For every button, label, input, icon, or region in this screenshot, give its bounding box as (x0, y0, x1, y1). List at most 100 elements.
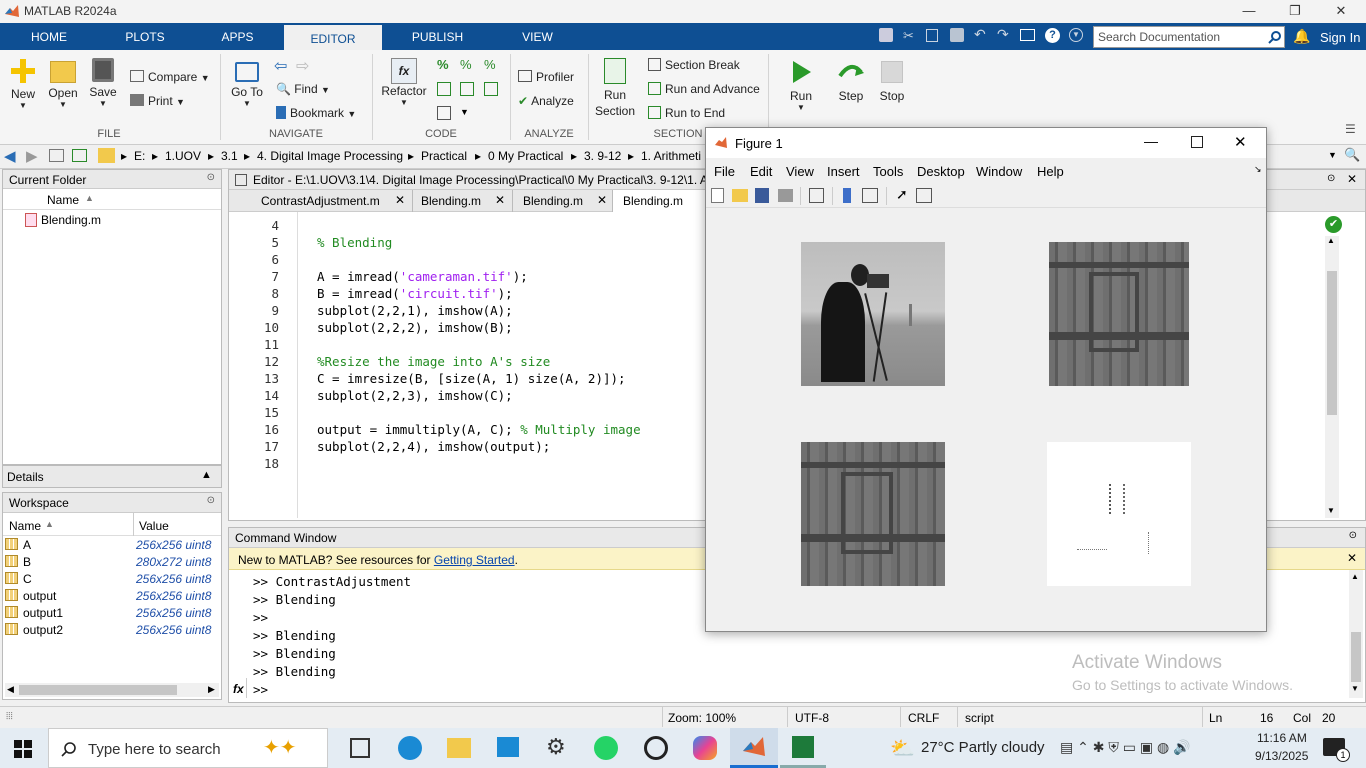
tab-close-icon[interactable]: ✕ (495, 193, 505, 207)
store-icon[interactable] (497, 737, 519, 757)
details-panel[interactable]: Details ▲ (2, 465, 222, 488)
weather-text[interactable]: 27°C Partly cloudy (921, 739, 1045, 756)
help-icon[interactable]: ? (1045, 28, 1060, 43)
legend-icon[interactable] (862, 188, 878, 203)
back-icon[interactable]: ◀ (4, 147, 16, 165)
file-explorer-icon[interactable] (447, 738, 471, 758)
sign-in-link[interactable]: Sign In (1320, 30, 1360, 45)
refactor-button[interactable]: fx Refactor ▼ (378, 58, 430, 107)
property-inspector-icon[interactable] (916, 188, 932, 203)
compare-button[interactable]: Compare ▼ (130, 70, 210, 84)
editor-tab[interactable]: ContrastAdjustment.m ✕ (249, 190, 413, 212)
breadcrumb-item[interactable]: 1.UOV (165, 149, 201, 163)
search-icon[interactable] (1268, 30, 1282, 44)
copilot-icon[interactable] (693, 736, 717, 760)
collapse-ribbon-icon[interactable]: ☰ (1345, 122, 1356, 136)
taskbar-matlab-active[interactable] (730, 728, 778, 768)
code-analyzer-ok-icon[interactable]: ✔ (1325, 216, 1342, 233)
save-button[interactable]: Save ▼ (84, 58, 122, 108)
analyze-button[interactable]: ✔ Analyze (518, 94, 574, 108)
profiler-button[interactable]: Profiler (518, 70, 574, 84)
paste-icon[interactable] (950, 28, 964, 42)
run-button[interactable]: Run ▼ (780, 58, 822, 112)
breadcrumb-item[interactable]: 4. Digital Image Processing (257, 149, 403, 163)
command-prompt[interactable]: >> (253, 682, 268, 697)
tray-icons[interactable]: ▤ ⌃ ✱ ⛨ ▭ ▣ ◍ 🔊 (1060, 739, 1191, 756)
name-column-header[interactable]: Name (47, 193, 79, 207)
run-section-button[interactable]: Run Section (592, 58, 638, 119)
menu-insert[interactable]: Insert (827, 164, 860, 179)
tab-view[interactable]: VIEW (510, 23, 565, 50)
breadcrumb-item[interactable]: Practical (421, 149, 467, 163)
workspace-row[interactable]: output2 256x256 uint8 (3, 621, 221, 638)
chevron-up-icon[interactable]: ▲ (201, 469, 212, 481)
workspace-row[interactable]: B 280x272 uint8 (3, 553, 221, 570)
chatgpt-icon[interactable] (644, 736, 668, 760)
workspace-row[interactable]: output 256x256 uint8 (3, 587, 221, 604)
panel-menu-icon[interactable]: ⊙ (1327, 173, 1335, 184)
clock-time[interactable]: 11:16 AM (1257, 731, 1307, 745)
menu-edit[interactable]: Edit (750, 164, 772, 179)
breadcrumb-item[interactable]: 1. Arithmeti (641, 149, 701, 163)
scrollbar-thumb[interactable] (1327, 271, 1337, 415)
tab-close-icon[interactable]: ✕ (395, 193, 405, 207)
close-button[interactable]: ✕ (1318, 0, 1364, 23)
forward-arrow-icon[interactable]: ⇨ (296, 56, 309, 76)
menu-file[interactable]: File (714, 164, 735, 179)
address-dropdown-icon[interactable]: ▼ (1328, 150, 1337, 160)
settings-gear-icon[interactable]: ⚙ (546, 734, 566, 760)
forward-icon[interactable]: ▶ (26, 147, 38, 165)
section-break-button[interactable]: Section Break (648, 58, 740, 72)
dock-arrow-icon[interactable]: ↘ (1254, 164, 1262, 175)
editor-tab[interactable]: Blending.m ✕ (513, 190, 613, 212)
bell-icon[interactable]: 🔔 (1293, 28, 1310, 45)
bookmark-button[interactable]: Bookmark ▼ (276, 106, 356, 120)
task-view-icon[interactable] (350, 738, 370, 758)
vertical-scrollbar[interactable]: ▲ ▼ (1349, 570, 1363, 698)
breadcrumb-item[interactable]: 3.1 (221, 149, 238, 163)
tab-editor[interactable]: EDITOR (284, 23, 382, 50)
code-options-icon[interactable] (437, 106, 451, 120)
comment-icon[interactable]: % (437, 57, 449, 72)
open-button[interactable]: Open ▼ (44, 58, 82, 109)
pointer-icon[interactable]: ➚ (896, 186, 908, 203)
editor-tab[interactable]: Blending.m ✕ (413, 190, 513, 212)
taskbar-excel-app[interactable] (780, 728, 826, 768)
scroll-up-icon[interactable]: ▲ (1327, 236, 1335, 245)
name-column-header[interactable]: Name (9, 519, 41, 533)
menu-desktop[interactable]: Desktop (917, 164, 965, 179)
up-folder-icon[interactable] (49, 149, 64, 162)
getting-started-link[interactable]: Getting Started (434, 553, 515, 567)
find-button[interactable]: 🔍 Find ▼ (276, 82, 330, 96)
smart-indent-icon[interactable] (437, 82, 451, 96)
copy-icon[interactable] (926, 29, 938, 42)
link-plot-icon[interactable] (809, 188, 824, 203)
fx-icon[interactable]: fx (233, 682, 244, 696)
scrollbar-thumb[interactable] (19, 685, 177, 695)
print-button[interactable]: Print ▼ (130, 94, 185, 108)
tab-plots[interactable]: PLOTS (115, 23, 175, 50)
decrease-indent-icon[interactable] (460, 82, 474, 96)
restore-button[interactable]: ❐ (1272, 0, 1318, 23)
breadcrumb-item[interactable]: 0 My Practical (488, 149, 563, 163)
scroll-down-icon[interactable]: ▼ (1351, 684, 1359, 693)
scroll-left-icon[interactable]: ◀ (7, 684, 14, 695)
vertical-scrollbar[interactable]: ▲ ▼ (1325, 236, 1339, 518)
redo-icon[interactable]: ↷ (997, 26, 1009, 43)
step-button[interactable]: Step (830, 58, 872, 103)
minimize-button[interactable]: — (1144, 133, 1158, 149)
close-editor-icon[interactable]: ✕ (1347, 172, 1357, 186)
search-input[interactable]: Search Documentation (1093, 26, 1285, 48)
file-row[interactable]: Blending.m (3, 210, 221, 230)
value-column-header[interactable]: Value (139, 519, 169, 533)
breadcrumb-item[interactable]: E: (134, 149, 145, 163)
chevron-down-icon[interactable]: ▼ (460, 107, 469, 117)
panel-menu-icon[interactable]: ⊙ (207, 172, 215, 183)
run-to-end-button[interactable]: Run to End (648, 106, 725, 120)
whatsapp-icon[interactable] (594, 736, 618, 760)
undo-icon[interactable]: ↶ (974, 26, 986, 43)
tab-home[interactable]: HOME (18, 23, 80, 50)
horizontal-scrollbar[interactable]: ◀ ▶ (5, 683, 219, 697)
uncomment-icon[interactable]: % (460, 57, 472, 72)
increase-indent-icon[interactable] (484, 82, 498, 96)
